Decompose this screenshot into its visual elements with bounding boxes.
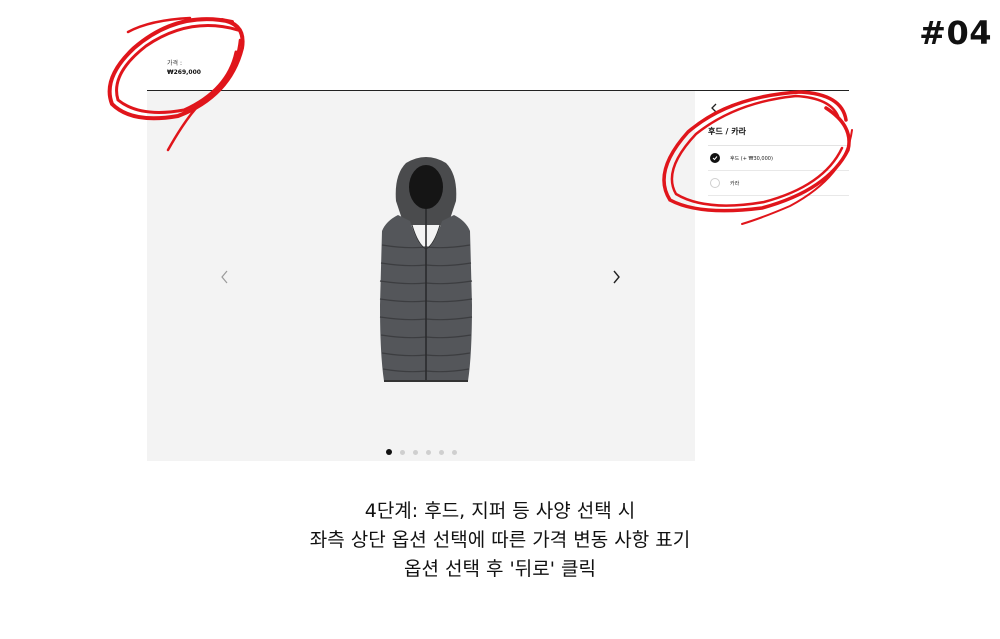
gallery-dot[interactable] xyxy=(413,449,418,455)
step-number-badge: #04 xyxy=(919,14,992,52)
chevron-left-icon xyxy=(221,270,228,284)
gallery-dot[interactable] xyxy=(400,449,405,455)
option-group-title: 후드 / 카라 xyxy=(708,125,849,146)
hooded-puffer-vest-icon xyxy=(379,157,473,382)
option-label: 후드 (+ ₩30,000) xyxy=(730,155,773,162)
gallery-dot[interactable] xyxy=(452,449,457,455)
chevron-left-icon xyxy=(711,103,717,113)
radio-unchecked-icon[interactable] xyxy=(710,178,720,188)
caption-line-3: 옵션 선택 후 '뒤로' 클릭 xyxy=(404,558,596,580)
tutorial-slide: #04 가격 : ₩269,000 후드 / 카라 후드 (+ ₩30,000)… xyxy=(0,0,1000,639)
option-panel: 후드 / 카라 후드 (+ ₩30,000) 카라 xyxy=(708,125,849,196)
gallery-dot[interactable] xyxy=(426,449,431,455)
instruction-caption: 4단계: 후드, 지퍼 등 사양 선택 시 좌측 상단 옵션 선택에 따른 가격… xyxy=(0,497,1000,584)
option-hood[interactable]: 후드 (+ ₩30,000) xyxy=(708,146,849,171)
chevron-right-icon xyxy=(613,270,620,284)
price-block: 가격 : ₩269,000 xyxy=(167,60,201,77)
option-label: 카라 xyxy=(730,180,740,187)
gallery-dot[interactable] xyxy=(386,449,392,455)
caption-line-2: 좌측 상단 옵션 선택에 따른 가격 변동 사항 표기 xyxy=(309,529,691,551)
gallery-prev-button[interactable] xyxy=(215,267,235,287)
option-collar[interactable]: 카라 xyxy=(708,171,849,196)
gallery-next-button[interactable] xyxy=(606,267,626,287)
radio-checked-icon[interactable] xyxy=(710,153,720,163)
back-button[interactable] xyxy=(710,98,724,113)
gallery-dot[interactable] xyxy=(439,449,444,455)
product-image-gallery xyxy=(147,91,695,461)
price-value: ₩269,000 xyxy=(167,69,201,76)
gallery-pagination xyxy=(386,449,457,455)
price-label: 가격 : xyxy=(167,60,182,67)
caption-line-1: 4단계: 후드, 지퍼 등 사양 선택 시 xyxy=(364,500,636,522)
